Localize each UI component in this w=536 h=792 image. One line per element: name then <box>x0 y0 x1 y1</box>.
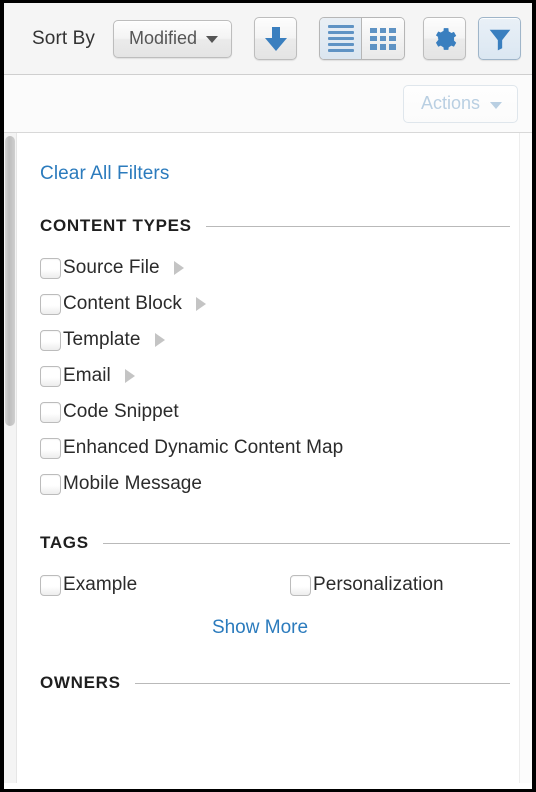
actions-bar: Actions <box>4 75 532 133</box>
chevron-right-icon[interactable] <box>195 297 206 311</box>
chevron-right-icon[interactable] <box>154 333 165 347</box>
checkbox[interactable] <box>40 437 61 459</box>
funnel-icon <box>487 26 513 52</box>
filter-button[interactable] <box>478 17 522 60</box>
filter-option-personalization[interactable]: Personalization <box>290 567 510 603</box>
sort-field-dropdown[interactable]: Modified <box>113 19 233 58</box>
filter-option-example[interactable]: Example <box>40 567 290 603</box>
list-view-icon <box>327 25 354 52</box>
gear-icon <box>432 26 458 52</box>
chevron-right-icon[interactable] <box>124 369 135 383</box>
filter-option-content-block[interactable]: Content Block <box>40 286 510 322</box>
checkbox[interactable] <box>40 401 61 423</box>
section-title: CONTENT TYPES <box>40 216 192 235</box>
scrollbar-thumb[interactable] <box>5 136 15 426</box>
sort-field-value: Modified <box>129 28 198 48</box>
filter-option-label: Source File <box>63 257 160 278</box>
actions-button-label: Actions <box>420 93 480 113</box>
panel-scrollbar-left[interactable] <box>4 133 17 783</box>
checkbox[interactable] <box>40 473 61 495</box>
application-window: Sort By Modified Actions Clear All Filte… <box>0 0 536 792</box>
content-types-option-list: Source File Content Block Template Email <box>40 250 510 502</box>
filter-option-label: Example <box>63 574 138 595</box>
filter-option-mobile-message[interactable]: Mobile Message <box>40 466 510 502</box>
section-header-owners: OWNERS <box>40 673 510 693</box>
section-header-tags: TAGS <box>40 533 510 553</box>
filter-option-email[interactable]: Email <box>40 358 510 394</box>
checkbox[interactable] <box>40 257 61 279</box>
filter-option-code-snippet[interactable]: Code Snippet <box>40 394 510 430</box>
section-header-content-types: CONTENT TYPES <box>40 216 510 236</box>
chevron-right-icon[interactable] <box>173 261 184 275</box>
show-more-tags-link[interactable]: Show More <box>40 617 480 639</box>
section-divider <box>205 225 510 227</box>
section-title: OWNERS <box>40 673 121 692</box>
filter-option-label: Email <box>63 365 111 386</box>
view-mode-toggle <box>319 17 406 60</box>
checkbox[interactable] <box>40 574 61 596</box>
settings-button[interactable] <box>423 17 467 60</box>
chevron-down-icon <box>490 101 502 109</box>
tags-option-list: Example Personalization <box>40 567 510 603</box>
filter-option-label: Template <box>63 329 141 350</box>
filter-panel: Clear All Filters CONTENT TYPES Source F… <box>4 133 532 783</box>
sort-by-label: Sort By <box>32 27 95 49</box>
section-divider <box>134 682 510 684</box>
filter-panel-content: Clear All Filters CONTENT TYPES Source F… <box>18 133 518 783</box>
sort-toolbar: Sort By Modified <box>4 3 532 75</box>
clear-all-filters-link[interactable]: Clear All Filters <box>40 163 169 185</box>
chevron-down-icon <box>206 36 219 43</box>
filter-option-template[interactable]: Template <box>40 322 510 358</box>
list-view-button[interactable] <box>320 18 363 59</box>
filter-option-label: Personalization <box>313 574 444 595</box>
checkbox[interactable] <box>40 365 61 387</box>
filter-option-label: Mobile Message <box>63 473 203 494</box>
arrow-down-icon <box>264 26 287 51</box>
actions-dropdown-button[interactable]: Actions <box>402 84 518 123</box>
panel-scrollbar-right[interactable] <box>519 133 532 783</box>
checkbox[interactable] <box>290 574 311 596</box>
filter-option-source-file[interactable]: Source File <box>40 250 510 286</box>
section-divider <box>102 542 510 544</box>
section-title: TAGS <box>40 533 89 552</box>
checkbox[interactable] <box>40 329 61 351</box>
filter-option-enhanced-dynamic-content-map[interactable]: Enhanced Dynamic Content Map <box>40 430 510 466</box>
filter-option-label: Enhanced Dynamic Content Map <box>63 437 344 458</box>
filter-option-label: Code Snippet <box>63 401 179 422</box>
filter-option-label: Content Block <box>63 293 182 314</box>
checkbox[interactable] <box>40 293 61 315</box>
grid-view-button[interactable] <box>362 18 405 59</box>
sort-direction-button[interactable] <box>254 17 298 60</box>
grid-view-icon <box>370 27 397 50</box>
